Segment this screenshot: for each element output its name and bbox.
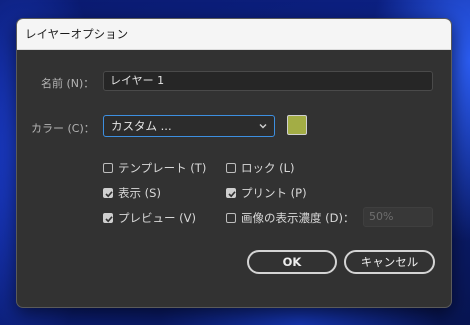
dim-opacity-input[interactable]: 50% — [363, 207, 433, 227]
dialog-title: レイヤーオプション — [25, 27, 129, 41]
preview-checkbox[interactable] — [103, 213, 113, 223]
checkmark-icon — [228, 191, 236, 198]
show-option[interactable]: 表示 (S) — [103, 185, 161, 201]
color-swatch[interactable] — [287, 115, 307, 135]
ok-button[interactable]: OK — [247, 250, 337, 274]
lock-checkbox[interactable] — [226, 163, 236, 173]
print-option[interactable]: プリント (P) — [226, 185, 307, 201]
layer-name-input[interactable]: レイヤー 1 — [103, 71, 433, 91]
print-label: プリント (P) — [241, 186, 307, 200]
template-checkbox[interactable] — [103, 163, 113, 173]
preview-label: プレビュー (V) — [118, 211, 196, 225]
checkmark-icon — [105, 191, 113, 198]
color-select[interactable]: カスタム ... — [103, 115, 275, 137]
print-checkbox[interactable] — [226, 188, 236, 198]
show-label: 表示 (S) — [118, 186, 161, 200]
name-label: 名前 (N)： — [41, 77, 95, 90]
template-option[interactable]: テンプレート (T) — [103, 160, 206, 176]
preview-option[interactable]: プレビュー (V) — [103, 210, 196, 226]
chevron-down-icon — [259, 124, 267, 129]
lock-label: ロック (L) — [241, 161, 295, 175]
dialog-titlebar: レイヤーオプション — [17, 19, 451, 50]
color-label: カラー (C)： — [31, 122, 95, 135]
show-checkbox[interactable] — [103, 188, 113, 198]
color-select-value: カスタム ... — [111, 119, 172, 133]
cancel-button[interactable]: キャンセル — [344, 250, 435, 274]
dim-images-checkbox[interactable] — [226, 213, 236, 223]
checkmark-icon — [105, 216, 113, 223]
dim-images-label: 画像の表示濃度 (D)： — [241, 211, 355, 225]
dim-images-option[interactable]: 画像の表示濃度 (D)： — [226, 210, 354, 226]
template-label: テンプレート (T) — [118, 161, 207, 175]
layer-options-dialog: レイヤーオプション 名前 (N)： レイヤー 1 カラー (C)： カスタム .… — [16, 18, 452, 308]
lock-option[interactable]: ロック (L) — [226, 160, 295, 176]
